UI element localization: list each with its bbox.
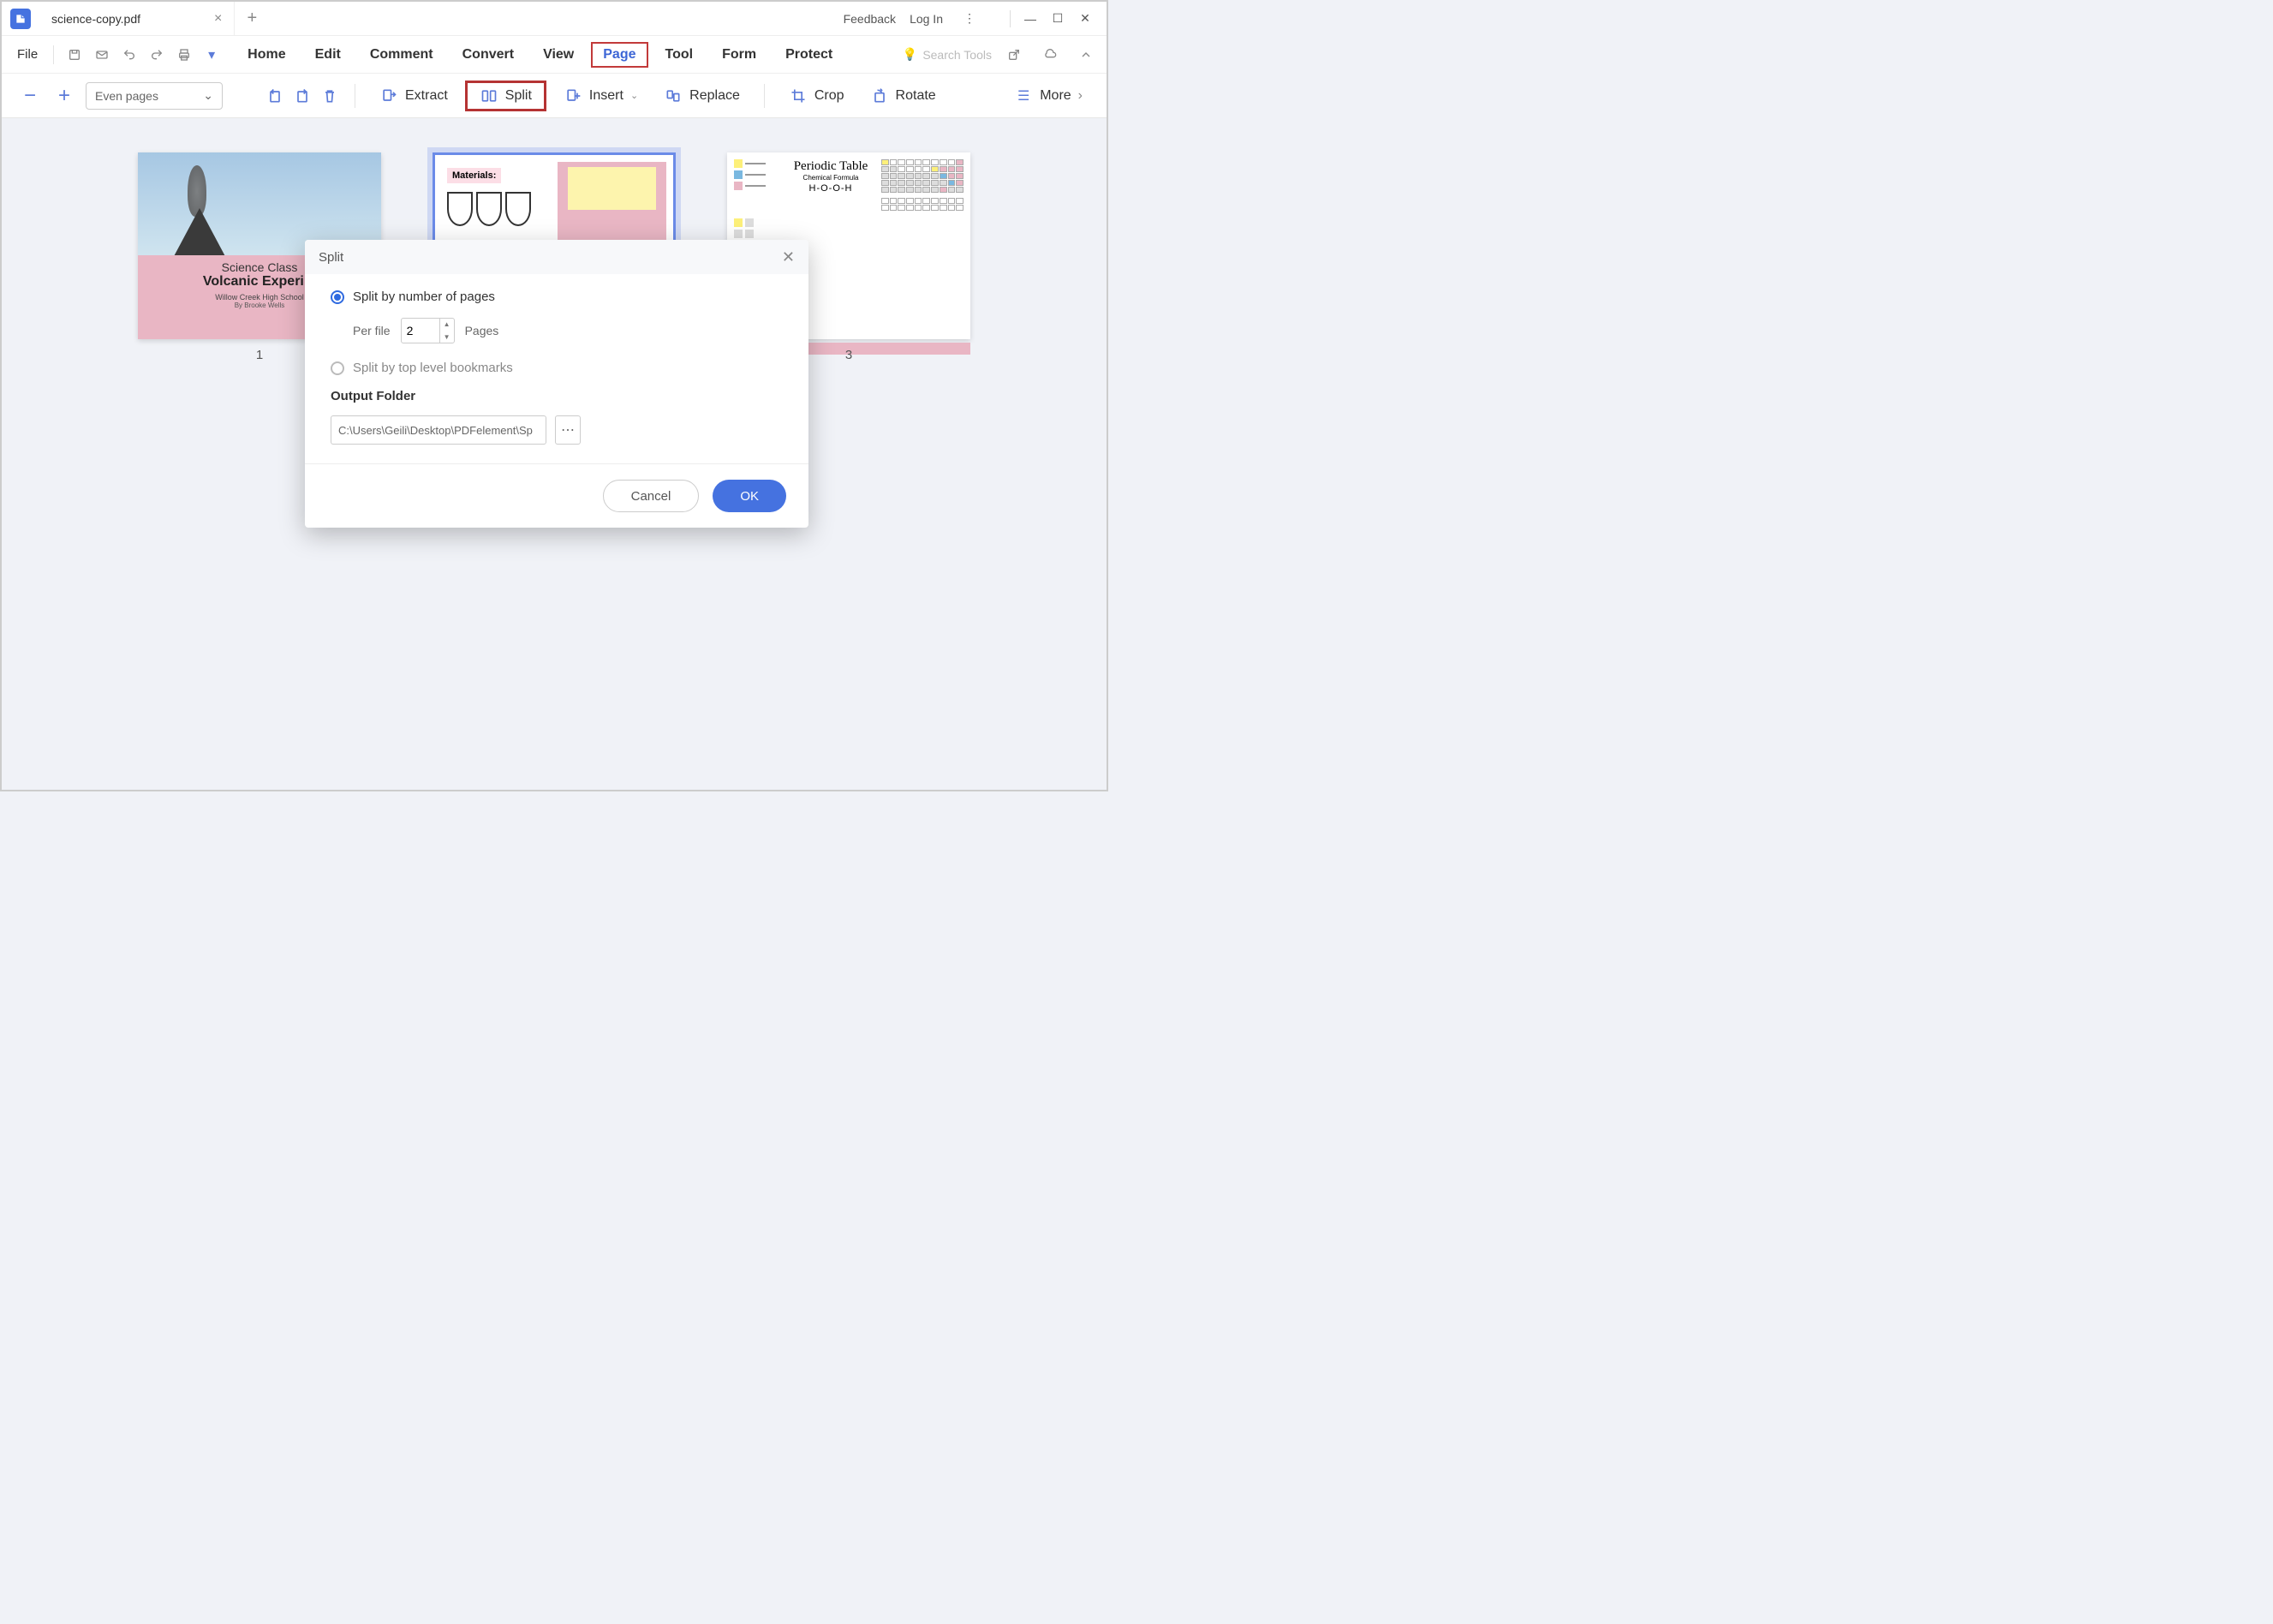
pages-label: Pages bbox=[465, 324, 499, 337]
split-label: Split bbox=[505, 88, 532, 104]
menu-protect[interactable]: Protect bbox=[773, 42, 844, 68]
extract-label: Extract bbox=[405, 88, 448, 104]
rotate-icon bbox=[870, 87, 889, 105]
new-tab-button[interactable]: + bbox=[235, 9, 269, 28]
rotate-right-icon[interactable] bbox=[293, 87, 312, 105]
document-tab-title: science-copy.pdf bbox=[51, 12, 140, 26]
split-by-bookmarks-label: Split by top level bookmarks bbox=[353, 361, 513, 375]
more-label: More bbox=[1040, 88, 1071, 104]
cancel-button[interactable]: Cancel bbox=[603, 480, 700, 512]
page-number-1: 1 bbox=[256, 348, 263, 362]
menu-page[interactable]: Page bbox=[591, 42, 647, 68]
stepper-down-icon[interactable]: ▼ bbox=[440, 331, 454, 343]
rotate-button[interactable]: Rotate bbox=[862, 83, 945, 109]
menu-convert[interactable]: Convert bbox=[450, 42, 526, 68]
file-menu[interactable]: File bbox=[10, 44, 45, 65]
menu-edit[interactable]: Edit bbox=[303, 42, 353, 68]
split-button[interactable]: Split bbox=[465, 81, 546, 111]
split-by-bookmarks-option[interactable]: Split by top level bookmarks bbox=[331, 361, 783, 375]
page3-title: Periodic Table bbox=[785, 159, 876, 174]
stepper-up-icon[interactable]: ▲ bbox=[440, 318, 454, 331]
minimize-button[interactable]: — bbox=[1017, 6, 1043, 32]
crop-icon bbox=[789, 87, 808, 105]
page3-formula: H-O-O-H bbox=[785, 183, 876, 194]
zoom-in-button[interactable]: + bbox=[51, 84, 77, 108]
extract-button[interactable]: Extract bbox=[371, 83, 456, 109]
login-link[interactable]: Log In bbox=[910, 12, 943, 26]
chevron-down-icon: ⌄ bbox=[630, 90, 638, 101]
undo-icon[interactable] bbox=[117, 43, 141, 67]
save-icon[interactable] bbox=[63, 43, 87, 67]
split-by-pages-label: Split by number of pages bbox=[353, 290, 495, 304]
external-link-icon[interactable] bbox=[1002, 43, 1026, 67]
rotate-label: Rotate bbox=[896, 88, 936, 104]
insert-button[interactable]: Insert ⌄ bbox=[555, 83, 647, 109]
output-folder-label: Output Folder bbox=[331, 389, 783, 403]
separator bbox=[1010, 10, 1011, 27]
menu-comment[interactable]: Comment bbox=[358, 42, 445, 68]
radio-off-icon bbox=[331, 361, 344, 375]
page3-subtitle: Chemical Formula bbox=[785, 174, 876, 182]
replace-icon bbox=[664, 87, 683, 105]
page-range-select[interactable]: Even pages ⌄ bbox=[86, 82, 223, 110]
separator bbox=[53, 45, 54, 64]
close-tab-icon[interactable]: × bbox=[214, 11, 222, 27]
page-number-3: 3 bbox=[845, 348, 852, 362]
collapse-ribbon-icon[interactable] bbox=[1074, 43, 1098, 67]
rotate-left-icon[interactable] bbox=[265, 87, 284, 105]
radio-on-icon bbox=[331, 290, 344, 304]
pages-per-file-input[interactable]: ▲ ▼ bbox=[401, 318, 455, 343]
maximize-button[interactable]: ☐ bbox=[1045, 6, 1071, 32]
output-folder-input[interactable] bbox=[331, 415, 546, 445]
page2-materials-label: Materials: bbox=[447, 168, 501, 183]
menu-tool[interactable]: Tool bbox=[653, 42, 706, 68]
delete-page-icon[interactable] bbox=[320, 87, 339, 105]
print-icon[interactable] bbox=[172, 43, 196, 67]
search-tools[interactable]: 💡 Search Tools bbox=[903, 47, 992, 62]
close-window-button[interactable]: ✕ bbox=[1072, 6, 1098, 32]
lightbulb-icon: 💡 bbox=[903, 47, 917, 62]
browse-label: ⋯ bbox=[561, 421, 575, 439]
menu-view[interactable]: View bbox=[531, 42, 586, 68]
search-tools-placeholder: Search Tools bbox=[922, 48, 992, 62]
chevron-down-icon: ⌄ bbox=[203, 88, 213, 103]
menu-home[interactable]: Home bbox=[236, 42, 297, 68]
titlebar: science-copy.pdf × + Feedback Log In ⋮ —… bbox=[2, 2, 1107, 36]
split-dialog: Split ✕ Split by number of pages Per fil… bbox=[305, 240, 808, 528]
more-button[interactable]: ☰ More › bbox=[1005, 83, 1091, 109]
dialog-title: Split bbox=[319, 250, 343, 265]
dropdown-icon[interactable]: ▾ bbox=[200, 43, 224, 67]
dialog-close-button[interactable]: ✕ bbox=[782, 248, 795, 266]
pages-per-file-field[interactable] bbox=[402, 324, 439, 337]
chevron-right-icon: › bbox=[1078, 88, 1083, 104]
app-logo-icon bbox=[10, 9, 31, 29]
redo-icon[interactable] bbox=[145, 43, 169, 67]
ok-button[interactable]: OK bbox=[713, 480, 786, 512]
split-by-pages-option[interactable]: Split by number of pages bbox=[331, 290, 783, 304]
kebab-menu-icon[interactable]: ⋮ bbox=[957, 6, 982, 32]
document-tab[interactable]: science-copy.pdf × bbox=[39, 2, 235, 36]
extract-icon bbox=[379, 87, 398, 105]
page-range-value: Even pages bbox=[95, 89, 158, 103]
menu-form[interactable]: Form bbox=[710, 42, 768, 68]
replace-label: Replace bbox=[689, 88, 740, 104]
insert-icon bbox=[564, 87, 582, 105]
feedback-link[interactable]: Feedback bbox=[844, 12, 896, 26]
insert-label: Insert bbox=[589, 88, 623, 104]
split-icon bbox=[480, 87, 498, 105]
page-toolbar: − + Even pages ⌄ Extract Split Insert ⌄ … bbox=[2, 74, 1107, 118]
mail-icon[interactable] bbox=[90, 43, 114, 67]
separator bbox=[764, 84, 765, 108]
crop-button[interactable]: Crop bbox=[780, 83, 853, 109]
main-menu: Home Edit Comment Convert View Page Tool… bbox=[236, 42, 844, 68]
more-icon: ☰ bbox=[1014, 87, 1033, 105]
per-file-label: Per file bbox=[353, 324, 391, 337]
menubar: File ▾ Home Edit Comment Convert View Pa… bbox=[2, 36, 1107, 74]
zoom-out-button[interactable]: − bbox=[17, 84, 43, 108]
cloud-icon[interactable] bbox=[1038, 43, 1062, 67]
crop-label: Crop bbox=[814, 88, 844, 104]
browse-folder-button[interactable]: ⋯ bbox=[555, 415, 581, 445]
replace-button[interactable]: Replace bbox=[655, 83, 749, 109]
